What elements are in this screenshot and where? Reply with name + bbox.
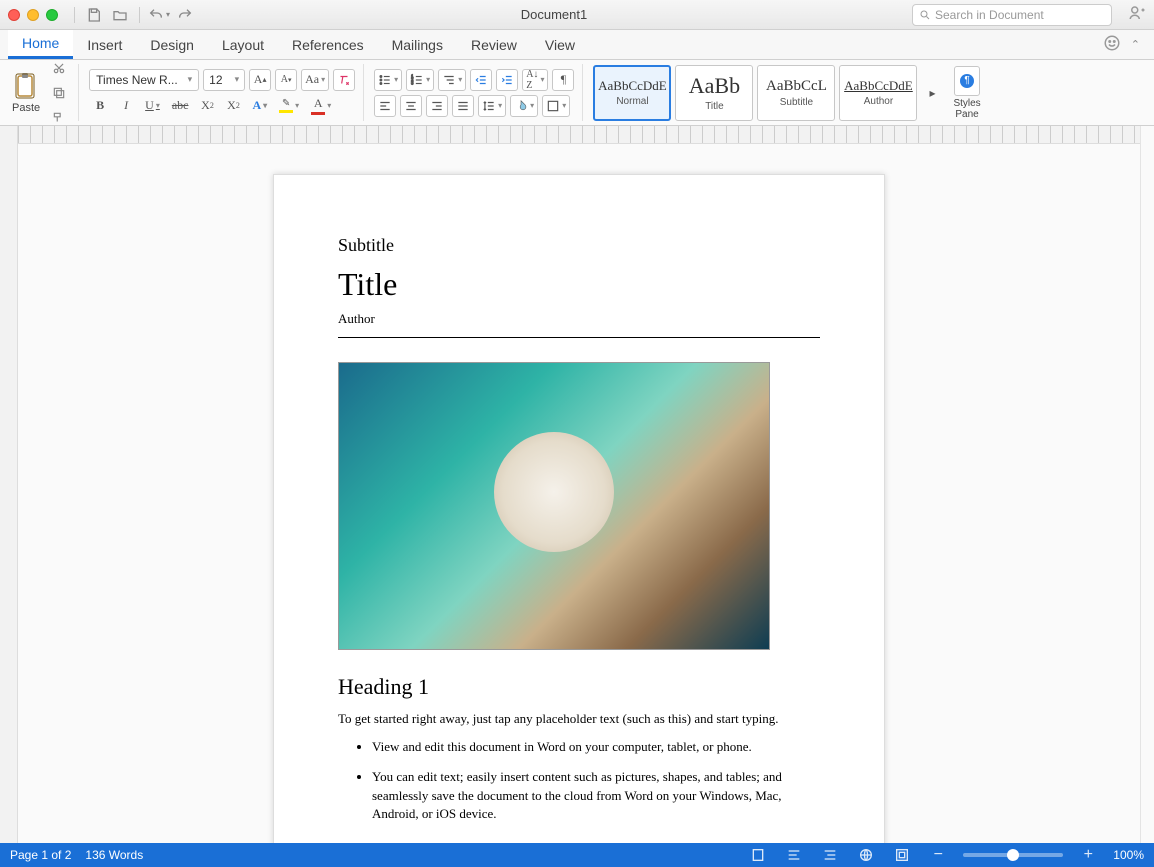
borders-icon[interactable] <box>542 95 570 117</box>
style-subtitle[interactable]: AaBbCcL Subtitle <box>757 65 835 121</box>
zoom-slider[interactable] <box>963 853 1063 857</box>
grow-font-icon[interactable]: A▴ <box>249 69 271 91</box>
doc-image[interactable] <box>338 362 770 650</box>
search-placeholder: Search in Document <box>935 8 1044 22</box>
undo-icon[interactable] <box>148 5 170 25</box>
doc-heading1[interactable]: Heading 1 <box>338 674 820 700</box>
document-scroll[interactable]: Subtitle Title Author Heading 1 To get s… <box>18 126 1140 843</box>
vertical-ruler[interactable] <box>0 126 18 843</box>
multilevel-list-icon[interactable] <box>438 69 466 91</box>
doc-bullet-list[interactable]: View and edit this document in Word on y… <box>338 738 820 823</box>
save-icon[interactable] <box>83 5 105 25</box>
doc-author[interactable]: Author <box>338 311 820 327</box>
zoom-window-button[interactable] <box>46 9 58 21</box>
font-name-combo[interactable]: Times New R...▾ <box>89 69 199 91</box>
tab-review[interactable]: Review <box>457 30 531 59</box>
style-title[interactable]: AaBb Title <box>675 65 753 121</box>
sort-icon[interactable]: A↓Z <box>522 69 548 91</box>
shrink-font-icon[interactable]: A▾ <box>275 69 297 91</box>
minimize-window-button[interactable] <box>27 9 39 21</box>
draft-view-icon[interactable] <box>819 846 841 864</box>
zoom-in-icon[interactable]: + <box>1077 846 1099 864</box>
close-window-button[interactable] <box>8 9 20 21</box>
window-controls <box>8 9 58 21</box>
word-count[interactable]: 136 Words <box>85 848 143 862</box>
underline-button[interactable]: U <box>141 95 164 117</box>
bullets-icon[interactable] <box>374 69 402 91</box>
font-size-combo[interactable]: 12▾ <box>203 69 245 91</box>
style-normal[interactable]: AaBbCcDdE Normal <box>593 65 671 121</box>
focus-view-icon[interactable] <box>891 846 913 864</box>
page-info[interactable]: Page 1 of 2 <box>10 848 71 862</box>
justify-icon[interactable] <box>452 95 474 117</box>
styles-pane-button[interactable]: ¶ Styles Pane <box>947 64 986 122</box>
search-icon <box>919 9 931 21</box>
doc-subtitle[interactable]: Subtitle <box>338 235 820 256</box>
collapse-ribbon-icon[interactable]: ⌃ <box>1131 38 1140 51</box>
tab-view[interactable]: View <box>531 30 589 59</box>
decrease-indent-icon[interactable] <box>470 69 492 91</box>
document-title: Document1 <box>204 7 904 22</box>
text-effects-icon[interactable]: A <box>248 95 271 117</box>
tab-home[interactable]: Home <box>8 30 73 59</box>
list-item[interactable]: You can edit text; easily insert content… <box>372 768 820 823</box>
font-color-icon[interactable]: A <box>307 95 335 117</box>
increase-indent-icon[interactable] <box>496 69 518 91</box>
tab-references[interactable]: References <box>278 30 378 59</box>
page[interactable]: Subtitle Title Author Heading 1 To get s… <box>273 174 885 843</box>
vertical-scrollbar[interactable] <box>1140 126 1154 843</box>
font-group: Times New R...▾ 12▾ A▴ A▾ Aa B I U abc X… <box>89 64 364 121</box>
svg-text:3: 3 <box>411 80 414 85</box>
numbering-icon[interactable]: 123 <box>406 69 434 91</box>
tab-design[interactable]: Design <box>136 30 208 59</box>
paragraph-group: 123 A↓Z ¶ <box>374 64 583 121</box>
tab-insert[interactable]: Insert <box>73 30 136 59</box>
shading-icon[interactable] <box>510 95 538 117</box>
bold-button[interactable]: B <box>89 95 111 117</box>
quick-access-toolbar <box>70 5 196 25</box>
copy-icon[interactable] <box>48 82 70 104</box>
paste-button[interactable]: Paste <box>8 70 44 116</box>
zoom-out-icon[interactable]: − <box>927 846 949 864</box>
clipboard-group: Paste <box>8 64 79 121</box>
horizontal-ruler[interactable] <box>18 126 1140 144</box>
open-icon[interactable] <box>109 5 131 25</box>
doc-title-text[interactable]: Title <box>338 266 820 303</box>
cut-icon[interactable] <box>48 57 70 79</box>
status-bar: Page 1 of 2 136 Words − + 100% <box>0 843 1154 867</box>
document-area: Subtitle Title Author Heading 1 To get s… <box>0 126 1154 843</box>
show-marks-icon[interactable]: ¶ <box>552 69 574 91</box>
share-icon[interactable] <box>1128 4 1146 25</box>
search-input[interactable]: Search in Document <box>912 4 1112 26</box>
zoom-level[interactable]: 100% <box>1113 848 1144 862</box>
emoji-icon[interactable] <box>1103 34 1121 55</box>
doc-hr <box>338 337 820 338</box>
styles-group: AaBbCcDdE Normal AaBb Title AaBbCcL Subt… <box>593 64 994 121</box>
tab-mailings[interactable]: Mailings <box>378 30 457 59</box>
web-layout-view-icon[interactable] <box>855 846 877 864</box>
clear-formatting-icon[interactable] <box>333 69 355 91</box>
redo-icon[interactable] <box>174 5 196 25</box>
ribbon: Paste Times New R...▾ 12▾ A▴ A▾ Aa B I U… <box>0 60 1154 126</box>
subscript-button[interactable]: X2 <box>196 95 218 117</box>
align-right-icon[interactable] <box>426 95 448 117</box>
zoom-thumb[interactable] <box>1007 849 1019 861</box>
print-layout-view-icon[interactable] <box>747 846 769 864</box>
tab-layout[interactable]: Layout <box>208 30 278 59</box>
styles-more-icon[interactable]: ▸ <box>921 65 943 121</box>
style-author[interactable]: AaBbCcDdE Author <box>839 65 917 121</box>
change-case-icon[interactable]: Aa <box>301 69 329 91</box>
outline-view-icon[interactable] <box>783 846 805 864</box>
align-center-icon[interactable] <box>400 95 422 117</box>
superscript-button[interactable]: X2 <box>222 95 244 117</box>
line-spacing-icon[interactable] <box>478 95 506 117</box>
doc-intro[interactable]: To get started right away, just tap any … <box>338 710 820 728</box>
list-item[interactable]: View and edit this document in Word on y… <box>372 738 820 756</box>
italic-button[interactable]: I <box>115 95 137 117</box>
strikethrough-button[interactable]: abc <box>168 95 193 117</box>
align-left-icon[interactable] <box>374 95 396 117</box>
ribbon-tabs: Home Insert Design Layout References Mai… <box>0 30 1154 60</box>
highlight-icon[interactable]: ✎ <box>275 95 303 117</box>
titlebar: Document1 Search in Document <box>0 0 1154 30</box>
